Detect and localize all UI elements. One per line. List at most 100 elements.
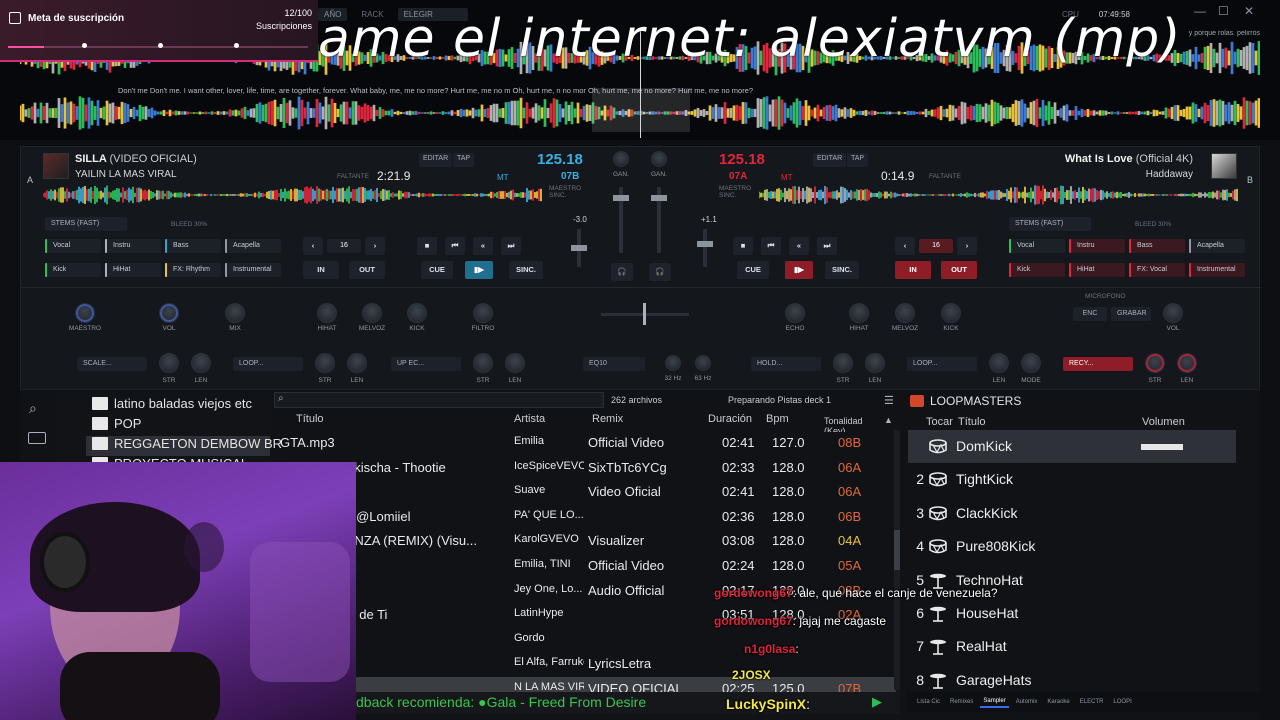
table-row[interactable]: GTA.mp3 Emilia Official Video 02:41 127.0 08B: [276, 431, 896, 455]
table-row[interactable]: l.mp3Emilia, TINIOfficial Video02:24128.…: [276, 554, 896, 578]
folder-item[interactable]: POP: [92, 416, 141, 436]
sort-arrow-icon[interactable]: ▲: [884, 415, 893, 425]
mixer-volume-b-fader[interactable]: [651, 187, 667, 253]
cymbal-icon[interactable]: [928, 670, 948, 690]
column-header-key[interactable]: Tonalidad (Key): [824, 416, 880, 432]
deck-b-fx1-str-knob[interactable]: [833, 353, 853, 373]
maximize-icon[interactable]: ☐: [1218, 4, 1229, 18]
tab-automix[interactable]: Automix: [1013, 697, 1041, 707]
list-view-icon[interactable]: ☰: [884, 394, 894, 407]
deck-b-fx3-dropdown[interactable]: RECY...: [1063, 357, 1133, 371]
deck-a-fx2-dropdown[interactable]: LOOP...: [233, 357, 303, 371]
deck-a-fx3-str-knob[interactable]: [473, 353, 493, 373]
close-icon[interactable]: ✕: [1244, 4, 1254, 18]
tab-remixes[interactable]: Remixes: [947, 697, 976, 707]
column-header-remix[interactable]: Remix: [592, 413, 623, 429]
tab-electr[interactable]: ELECTR: [1077, 697, 1107, 707]
deck-a-hihat-knob[interactable]: [317, 303, 337, 323]
deck-b-loop-half-button[interactable]: ‹: [895, 237, 915, 255]
deck-b-fx3-str-knob[interactable]: [1145, 353, 1165, 373]
deck-b-edit-button[interactable]: EDITAR: [813, 153, 847, 167]
mixer-gain-a-knob[interactable]: [613, 151, 629, 167]
tab-list[interactable]: Lista Cic: [914, 697, 943, 707]
sampler-row[interactable]: 4 Pure808Kick: [908, 530, 1236, 563]
column-header-duration[interactable]: Duración: [708, 413, 752, 429]
deck-b-stop-button[interactable]: ■: [733, 237, 753, 255]
sampler-row[interactable]: 3 ClackKick: [908, 497, 1236, 530]
deck-a-mix-knob[interactable]: [225, 303, 245, 323]
deck-b-pitch-fader[interactable]: [697, 229, 713, 267]
column-header-volume[interactable]: Volumen: [1142, 416, 1185, 428]
deck-a-waveform[interactable]: [43, 185, 543, 205]
deck-a-stem-bass[interactable]: Bass: [165, 239, 221, 253]
mixer-volume-a-fader[interactable]: [613, 187, 629, 253]
sampler-row[interactable]: DomKick: [908, 430, 1236, 463]
sampler-row[interactable]: 2 TightKick: [908, 463, 1236, 496]
deck-a-kick-knob[interactable]: [407, 303, 427, 323]
deck-b-stem-hihat[interactable]: HiHat: [1069, 263, 1125, 277]
deck-b-loop-in-button[interactable]: IN: [895, 261, 931, 279]
cymbal-icon[interactable]: [928, 636, 948, 656]
table-row[interactable]: Ice Spice, Tokischa - Thootie IceSpiceVEV…: [276, 456, 896, 480]
eq-32hz-knob[interactable]: [665, 355, 681, 371]
eq-63hz-knob[interactable]: [695, 355, 711, 371]
deck-b-loop-out-button[interactable]: OUT: [941, 261, 977, 279]
mixer-eq-dropdown[interactable]: EQ10: [583, 357, 645, 371]
deck-a-stem-fx[interactable]: FX: Rhythm: [165, 263, 221, 277]
deck-b-stem-vocal[interactable]: Vocal: [1009, 239, 1065, 253]
column-header-bpm[interactable]: Bpm: [766, 413, 789, 429]
deck-a-stem-instru[interactable]: Instru: [105, 239, 161, 253]
deck-a-prev-button[interactable]: ⏮: [445, 237, 465, 255]
folder-item-selected[interactable]: REGGAETON DEMBOW BR: [86, 436, 282, 456]
cymbal-icon[interactable]: [928, 603, 948, 623]
sampler-row[interactable]: 6 HouseHat: [908, 597, 1236, 630]
deck-a-stems-dropdown[interactable]: STEMS (FAST): [45, 217, 127, 231]
deck-a-loop-in-button[interactable]: IN: [303, 261, 339, 279]
deck-b-vol-knob[interactable]: [1163, 303, 1183, 323]
deck-b-stem-instrumental[interactable]: Instrumental: [1189, 263, 1245, 277]
minimize-icon[interactable]: —: [1194, 4, 1206, 18]
deck-a-filter-knob[interactable]: [473, 303, 493, 323]
deck-b-stem-bass[interactable]: Bass: [1129, 239, 1185, 253]
deck-a-stem-vocal[interactable]: Vocal: [45, 239, 101, 253]
deck-b-stems-dropdown[interactable]: STEMS (FAST): [1009, 217, 1091, 231]
deck-b-prev-button[interactable]: ⏮: [761, 237, 781, 255]
table-row[interactable]: Suave Video Oficial 02:41 128.0 06A: [276, 480, 896, 504]
deck-a-master-knob[interactable]: [75, 303, 95, 323]
deck-b-stem-instru[interactable]: Instru: [1069, 239, 1125, 253]
deck-b-fx3-len-knob[interactable]: [1177, 353, 1197, 373]
deck-a-fx3-dropdown[interactable]: UP EC...: [391, 357, 461, 371]
headphone-a-icon[interactable]: 🎧: [611, 263, 633, 281]
deck-b-fx2-mode-knob[interactable]: [1021, 353, 1041, 373]
deck-b-next-button[interactable]: ⏭: [817, 237, 837, 255]
drum-icon[interactable]: [928, 536, 948, 556]
folder-item[interactable]: latino baladas viejos etc: [92, 396, 252, 416]
deck-a-stem-instrumental[interactable]: Instrumental: [225, 263, 281, 277]
deck-a-cue-button[interactable]: CUE: [421, 261, 453, 279]
deck-a-vol-knob[interactable]: [159, 303, 179, 323]
deck-b-stem-fx[interactable]: FX: Vocal: [1129, 263, 1185, 277]
table-row[interactable]: K , ZATO DJ @LomiielPA' QUE LO...02:3612…: [276, 505, 896, 529]
browser-search-bar[interactable]: ⌕: [274, 392, 604, 408]
deck-b-waveform[interactable]: [759, 185, 1239, 205]
deck-a-stem-hihat[interactable]: HiHat: [105, 263, 161, 277]
deck-b-rewind-button[interactable]: «: [789, 237, 809, 255]
deck-b-tap-button[interactable]: TAP: [847, 153, 869, 167]
deck-a-play-button[interactable]: ▮▶: [465, 261, 493, 279]
mic-enc-button[interactable]: ENC: [1073, 307, 1107, 321]
deck-a-stem-kick[interactable]: Kick: [45, 263, 101, 277]
column-header-title[interactable]: Título: [296, 413, 324, 429]
deck-a-tap-button[interactable]: TAP: [453, 153, 475, 167]
deck-a-rewind-button[interactable]: «: [473, 237, 493, 255]
deck-b-fx1-dropdown[interactable]: HOLD...: [751, 357, 821, 371]
deck-a-next-button[interactable]: ⏭: [501, 237, 521, 255]
headphone-b-icon[interactable]: 🎧: [649, 263, 671, 281]
deck-a-pitch-fader[interactable]: [571, 229, 587, 267]
deck-b-melvoz-knob[interactable]: [895, 303, 915, 323]
deck-a-fx1-str-knob[interactable]: [159, 353, 179, 373]
deck-a-fx1-len-knob[interactable]: [191, 353, 211, 373]
deck-a-edit-button[interactable]: EDITAR: [419, 153, 453, 167]
crossfader-handle[interactable]: [643, 303, 646, 325]
deck-b-loop-double-button[interactable]: ›: [957, 237, 977, 255]
table-row[interactable]: ft. EmiliaGordo: [276, 628, 896, 652]
